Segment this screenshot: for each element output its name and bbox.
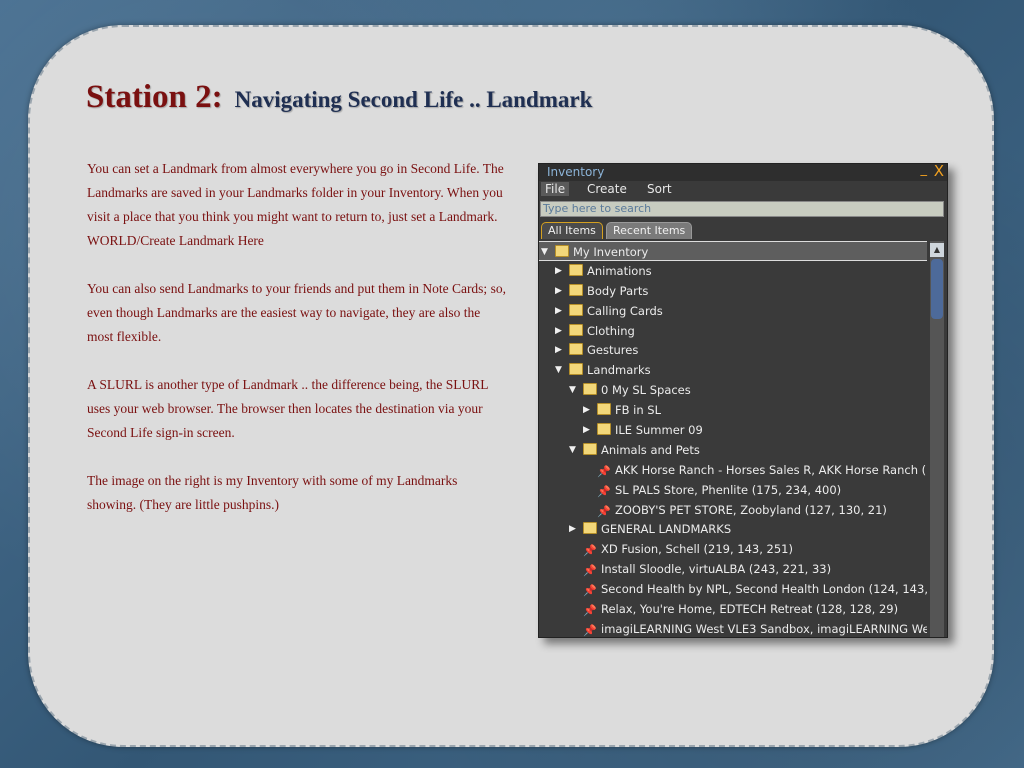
folder-item[interactable]: ▶ Calling Cards — [539, 301, 927, 321]
clothing-folder-icon — [569, 323, 583, 336]
landmark-item[interactable]: 📌 SL PALS Store, Phenlite (175, 234, 400) — [539, 480, 927, 500]
slide-title: Station 2: Navigating Second Life .. Lan… — [86, 78, 592, 116]
landmark-item[interactable]: 📌 Second Health by NPL, Second Health Lon… — [539, 579, 927, 599]
folder-icon — [555, 245, 569, 257]
body-parts-folder-icon — [569, 283, 583, 296]
item-label: imagiLEARNING West VLE3 Sandbox, imagiLE… — [601, 621, 927, 636]
collapsed-arrow-icon[interactable]: ▶ — [555, 281, 562, 301]
item-label: AKK Horse Ranch - Horses Sales R, AKK Ho… — [615, 462, 927, 477]
title-main: Station 2: — [86, 79, 223, 115]
slide-body: You can set a Landmark from almost every… — [87, 157, 507, 541]
folder-item[interactable]: ▼ Animals and Pets — [539, 440, 927, 460]
close-icon[interactable]: X — [934, 164, 944, 180]
folder-item[interactable]: ▶ Body Parts — [539, 281, 927, 301]
item-label: Landmarks — [587, 363, 651, 378]
inventory-title: Inventory — [547, 165, 605, 179]
animations-folder-icon — [569, 263, 583, 276]
folder-icon — [583, 522, 597, 535]
tab-recent-items[interactable]: Recent Items — [606, 222, 693, 239]
folder-item[interactable]: ▼ 0 My SL Spaces — [539, 380, 927, 400]
landmark-item[interactable]: 📌 Install Sloodle, virtuALBA (243, 221, 3… — [539, 559, 927, 579]
collapsed-arrow-icon[interactable]: ▶ — [569, 519, 576, 539]
inventory-window: Inventory _ X File Create Sort Type here… — [538, 163, 948, 638]
folder-item[interactable]: ▼ My Inventory — [539, 241, 927, 261]
expanded-arrow-icon[interactable]: ▼ — [569, 440, 576, 460]
folder-icon — [597, 423, 611, 436]
item-label: XD Fusion, Schell (219, 143, 251) — [601, 542, 793, 557]
collapsed-arrow-icon[interactable]: ▶ — [555, 301, 562, 321]
collapsed-arrow-icon[interactable]: ▶ — [583, 420, 590, 440]
expanded-arrow-icon[interactable]: ▼ — [569, 380, 576, 400]
item-label: Relax, You're Home, EDTECH Retreat (128,… — [601, 602, 899, 617]
item-label: Animations — [587, 263, 652, 278]
item-label: My Inventory — [573, 245, 649, 259]
collapsed-arrow-icon[interactable]: ▶ — [555, 321, 562, 341]
landmarks-folder-icon — [569, 363, 583, 376]
search-input[interactable]: Type here to search — [540, 201, 944, 217]
inventory-menubar: File Create Sort — [539, 181, 947, 200]
title-sub: Navigating Second Life .. Landmark — [234, 87, 593, 112]
item-label: Install Sloodle, virtuALBA (243, 221, 33… — [601, 562, 832, 577]
scroll-up-icon[interactable]: ▲ — [930, 243, 944, 257]
item-label: Animals and Pets — [601, 442, 700, 457]
landmark-item[interactable]: 📌 AKK Horse Ranch - Horses Sales R, AKK H… — [539, 460, 927, 480]
folder-item[interactable]: ▶ FB in SL — [539, 400, 927, 420]
folder-item[interactable]: ▶ ILE Summer 09 — [539, 420, 927, 440]
pushpin-icon: 📌 — [583, 623, 597, 637]
item-label: Body Parts — [587, 283, 649, 298]
scroll-thumb[interactable] — [931, 259, 943, 319]
folder-icon — [583, 442, 597, 455]
item-label: FB in SL — [615, 403, 662, 418]
folder-item[interactable]: ▶ Gestures — [539, 340, 927, 360]
folder-item[interactable]: ▶ GENERAL LANDMARKS — [539, 519, 927, 539]
item-label: ZOOBY'S PET STORE, Zoobyland (127, 130, … — [615, 502, 887, 517]
minimize-icon[interactable]: _ — [921, 164, 928, 177]
scrollbar[interactable]: ▲ — [930, 241, 944, 637]
paragraph-2: You can also send Landmarks to your frie… — [87, 281, 506, 344]
landmark-item[interactable]: 📌 XD Fusion, Schell (219, 143, 251) — [539, 539, 927, 559]
item-label: Calling Cards — [587, 303, 663, 318]
folder-icon — [583, 383, 597, 396]
expanded-arrow-icon[interactable]: ▼ — [541, 242, 548, 262]
item-label: 0 My SL Spaces — [601, 383, 691, 398]
tab-all-items[interactable]: All Items — [541, 222, 603, 239]
folder-icon — [597, 403, 611, 416]
item-label: Clothing — [587, 323, 635, 338]
gestures-folder-icon — [569, 343, 583, 356]
paragraph-1: You can set a Landmark from almost every… — [87, 161, 504, 248]
item-label: GENERAL LANDMARKS — [601, 522, 732, 537]
menu-create[interactable]: Create — [587, 182, 627, 196]
landmark-item[interactable]: 📌 ZOOBY'S PET STORE, Zoobyland (127, 130,… — [539, 500, 927, 520]
calling-cards-folder-icon — [569, 303, 583, 316]
inventory-tabs: All Items Recent Items — [539, 222, 947, 241]
expanded-arrow-icon[interactable]: ▼ — [555, 360, 562, 380]
folder-item[interactable]: ▶ Animations — [539, 261, 927, 281]
item-label: Second Health by NPL, Second Health Lond… — [601, 582, 927, 597]
item-label: SL PALS Store, Phenlite (175, 234, 400) — [615, 482, 842, 497]
menu-sort[interactable]: Sort — [647, 182, 672, 196]
inventory-titlebar[interactable]: Inventory _ X — [539, 164, 947, 181]
folder-item[interactable]: ▶ Clothing — [539, 321, 927, 341]
collapsed-arrow-icon[interactable]: ▶ — [555, 340, 562, 360]
inventory-tree: ▼ My Inventory ▶ Animations ▶ Body Parts ▶ Call… — [539, 241, 927, 637]
paragraph-3: A SLURL is another type of Landmark .. t… — [87, 377, 489, 440]
folder-item[interactable]: ▼ Landmarks — [539, 360, 927, 380]
collapsed-arrow-icon[interactable]: ▶ — [583, 400, 590, 420]
item-label: ILE Summer 09 — [615, 423, 703, 438]
paragraph-4: The image on the right is my Inventory w… — [87, 473, 458, 512]
collapsed-arrow-icon[interactable]: ▶ — [555, 261, 562, 281]
landmark-item[interactable]: 📌 imagiLEARNING West VLE3 Sandbox, imagiL… — [539, 619, 927, 637]
landmark-item[interactable]: 📌 Relax, You're Home, EDTECH Retreat (128… — [539, 599, 927, 619]
menu-file[interactable]: File — [541, 182, 570, 196]
item-label: Gestures — [587, 343, 639, 358]
